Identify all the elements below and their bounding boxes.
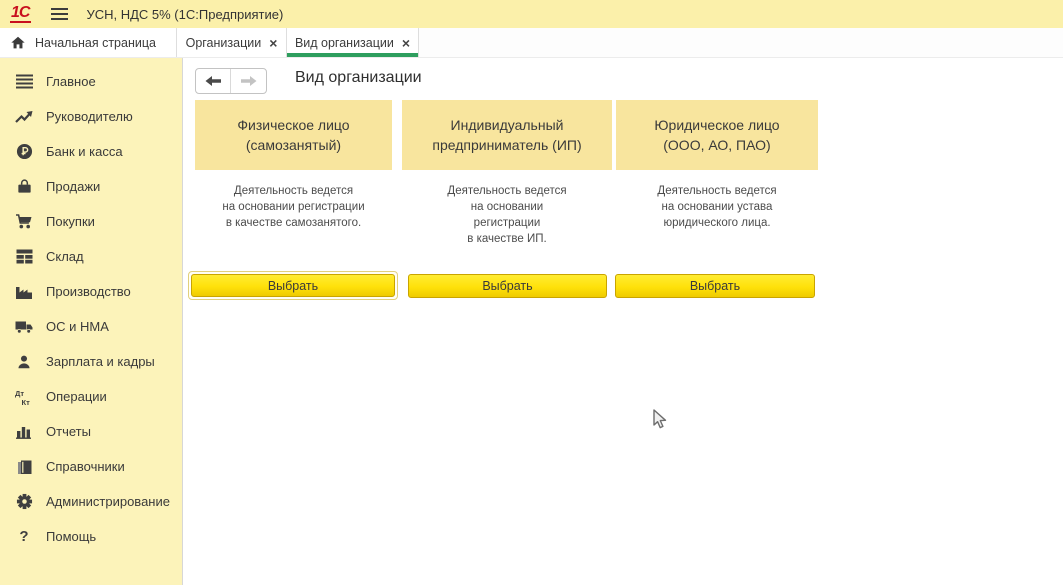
tabbar-empty-space	[419, 28, 1063, 57]
select-button-focus-ring: Выбрать	[188, 271, 398, 300]
sidebar-item-label: ОС и НМА	[46, 319, 109, 334]
sidebar: Главное Руководителю Банк и касса	[0, 58, 183, 585]
back-arrow-icon	[205, 75, 221, 87]
tab-label: Вид организации	[295, 36, 394, 50]
tab-label: Начальная страница	[35, 36, 156, 50]
factory-icon	[13, 283, 35, 301]
sidebar-item-label: Помощь	[46, 529, 96, 544]
main-content: Вид организации Физическое лицо (самозан…	[183, 58, 1063, 585]
select-button-legal-entity[interactable]: Выбрать	[615, 274, 815, 298]
tab-organizations[interactable]: Организации ×	[177, 28, 287, 57]
sidebar-item-label: Покупки	[46, 214, 95, 229]
sidebar-item-label: Главное	[46, 74, 96, 89]
sidebar-item-pokupki[interactable]: Покупки	[0, 204, 182, 239]
tabbar: Начальная страница Организации × Вид орг…	[0, 28, 1063, 58]
sidebar-item-label: Администрирование	[46, 494, 170, 509]
close-icon[interactable]: ×	[402, 36, 410, 50]
back-button[interactable]	[196, 69, 231, 93]
history-nav-group	[195, 68, 267, 94]
page-title: Вид организации	[295, 69, 422, 87]
sidebar-item-label: Справочники	[46, 459, 125, 474]
sidebar-item-label: Отчеты	[46, 424, 91, 439]
forward-button[interactable]	[231, 69, 266, 93]
sidebar-item-glavnoe[interactable]: Главное	[0, 64, 182, 99]
cart-icon	[13, 213, 35, 231]
app-window: 1С УСН, НДС 5% (1С:Предприятие) Начальна…	[0, 0, 1063, 585]
card-header-individual: Физическое лицо (самозанятый)	[195, 100, 392, 170]
bar-chart-icon	[13, 423, 35, 441]
bag-icon	[13, 178, 35, 196]
card-description: Деятельность ведется на основании регист…	[195, 183, 392, 231]
tab-label: Организации	[186, 36, 262, 50]
sidebar-item-label: Зарплата и кадры	[46, 354, 155, 369]
sidebar-item-label: Склад	[46, 249, 84, 264]
forward-arrow-icon	[241, 75, 257, 87]
mouse-cursor-icon	[653, 409, 668, 430]
svg-text:Дт: Дт	[15, 389, 24, 398]
gear-icon	[13, 493, 35, 511]
sidebar-item-operacii[interactable]: Дт Кт Операции	[0, 379, 182, 414]
tab-organization-kind[interactable]: Вид организации ×	[287, 28, 419, 57]
card-header-entrepreneur: Индивидуальный предприниматель (ИП)	[402, 100, 612, 170]
sidebar-item-os-nma[interactable]: ОС и НМА	[0, 309, 182, 344]
sidebar-item-label: Банк и касса	[46, 144, 123, 159]
select-button-individual[interactable]: Выбрать	[191, 274, 395, 297]
menu-lines-icon	[13, 73, 35, 91]
sidebar-item-sklad[interactable]: Склад	[0, 239, 182, 274]
book-icon	[13, 458, 35, 476]
card-description: Деятельность ведется на основании регист…	[402, 183, 612, 247]
grid-icon	[13, 248, 35, 266]
sidebar-item-label: Руководителю	[46, 109, 133, 124]
truck-icon	[13, 318, 35, 336]
ruble-circle-icon	[13, 143, 35, 161]
sidebar-item-label: Продажи	[46, 179, 100, 194]
sidebar-item-administrirovanie[interactable]: Администрирование	[0, 484, 182, 519]
trend-up-icon	[13, 108, 35, 126]
main-menu-icon[interactable]	[51, 8, 68, 20]
svg-text:Кт: Кт	[22, 398, 31, 406]
card-description: Деятельность ведется на основании устава…	[616, 183, 818, 231]
person-icon	[13, 353, 35, 371]
sidebar-item-zarplata-kadry[interactable]: Зарплата и кадры	[0, 344, 182, 379]
topbar: 1С УСН, НДС 5% (1С:Предприятие)	[0, 0, 1063, 28]
tab-home[interactable]: Начальная страница	[0, 28, 177, 57]
sidebar-item-otchety[interactable]: Отчеты	[0, 414, 182, 449]
sidebar-item-proizvodstvo[interactable]: Производство	[0, 274, 182, 309]
sidebar-item-label: Производство	[46, 284, 131, 299]
sidebar-item-prodazhi[interactable]: Продажи	[0, 169, 182, 204]
1c-logo-icon: 1С	[10, 5, 31, 24]
card-header-legal-entity: Юридическое лицо (ООО, АО, ПАО)	[616, 100, 818, 170]
question-icon: ?	[13, 528, 35, 546]
select-button-entrepreneur[interactable]: Выбрать	[408, 274, 607, 298]
dt-kt-icon: Дт Кт	[13, 388, 35, 406]
sidebar-item-spravochniki[interactable]: Справочники	[0, 449, 182, 484]
sidebar-item-bank-kassa[interactable]: Банк и касса	[0, 134, 182, 169]
home-icon	[10, 35, 26, 51]
sidebar-item-rukovoditelyu[interactable]: Руководителю	[0, 99, 182, 134]
sidebar-item-pomosch[interactable]: ? Помощь	[0, 519, 182, 554]
close-icon[interactable]: ×	[269, 36, 277, 50]
sidebar-item-label: Операции	[46, 389, 107, 404]
window-title: УСН, НДС 5% (1С:Предприятие)	[86, 7, 283, 22]
